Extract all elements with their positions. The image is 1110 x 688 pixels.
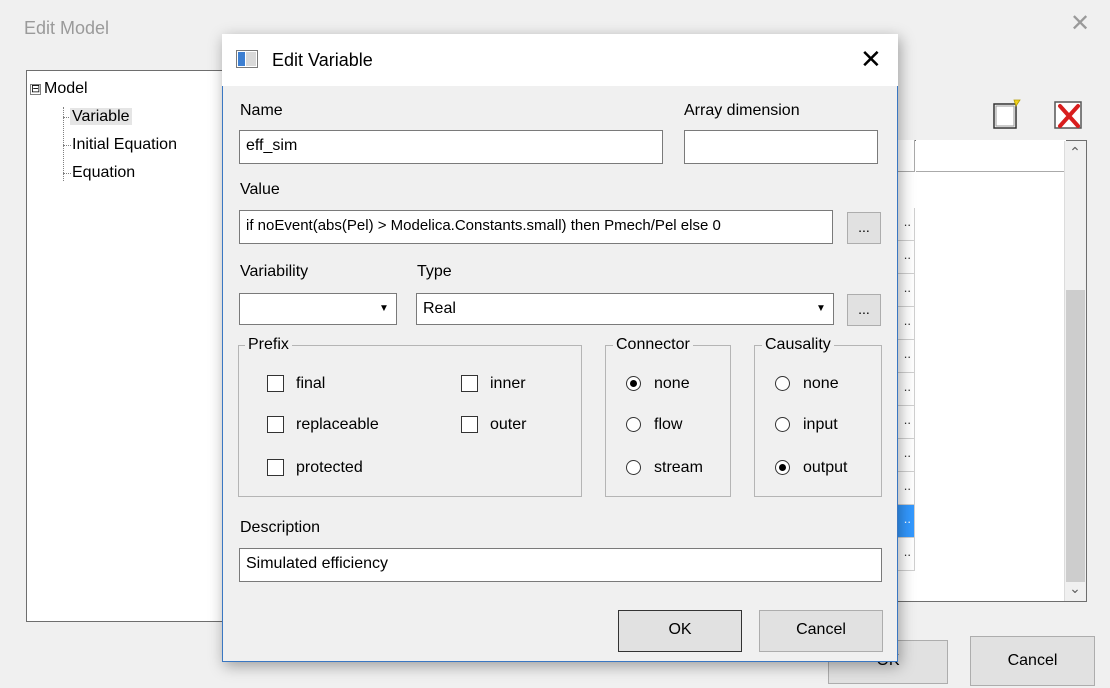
inner-checkbox[interactable] xyxy=(461,375,478,392)
name-label: Name xyxy=(240,102,283,119)
causality-output-radio[interactable] xyxy=(775,460,790,475)
dialog-title: Edit Variable xyxy=(272,50,373,70)
connector-group-title: Connector xyxy=(613,336,693,354)
ok-button[interactable]: OK xyxy=(618,610,742,652)
list-row-mark[interactable]: .. xyxy=(895,439,915,472)
replaceable-label: replaceable xyxy=(296,416,379,433)
variability-select[interactable]: ▼ xyxy=(239,293,397,325)
tree-item-equation[interactable]: Equation xyxy=(72,164,135,182)
list-row-mark[interactable]: .. xyxy=(895,340,915,373)
delete-x-icon[interactable] xyxy=(1052,98,1086,132)
variability-label: Variability xyxy=(240,263,309,280)
connector-stream-label: stream xyxy=(654,459,703,476)
outer-label: outer xyxy=(490,416,527,433)
list-row-mark[interactable]: .. xyxy=(895,472,915,505)
type-browse-button[interactable]: ... xyxy=(847,294,881,326)
connector-flow-radio[interactable] xyxy=(626,417,641,432)
list-row-mark[interactable]: .. xyxy=(895,208,915,241)
type-value: Real xyxy=(423,300,456,317)
list-row-mark[interactable]: .. xyxy=(895,307,915,340)
description-label: Description xyxy=(240,519,321,536)
cancel-button[interactable]: Cancel xyxy=(759,610,883,652)
connector-flow-label: flow xyxy=(654,416,683,433)
scroll-up-icon[interactable]: ⌃ xyxy=(1064,144,1086,166)
value-input[interactable]: if noEvent(abs(Pel) > Modelica.Constants… xyxy=(239,210,833,244)
list-row-mark-selected[interactable]: .. xyxy=(895,505,915,538)
value-browse-button[interactable]: ... xyxy=(847,212,881,244)
replaceable-checkbox[interactable] xyxy=(267,416,284,433)
edit-model-cancel-button[interactable]: Cancel xyxy=(970,636,1095,686)
type-select[interactable]: Real ▼ xyxy=(416,293,834,325)
connector-none-radio[interactable] xyxy=(626,376,641,391)
scroll-down-icon[interactable]: ⌄ xyxy=(1064,580,1086,602)
causality-none-radio[interactable] xyxy=(775,376,790,391)
list-header[interactable] xyxy=(916,140,1066,172)
list-row-mark[interactable]: .. xyxy=(895,538,915,571)
array-dimension-input[interactable] xyxy=(684,130,878,164)
causality-input-radio[interactable] xyxy=(775,417,790,432)
chevron-down-icon: ▼ xyxy=(379,303,389,314)
list-header-cell[interactable] xyxy=(895,140,915,172)
variable-list xyxy=(895,140,1087,602)
value-label: Value xyxy=(240,181,280,198)
final-checkbox[interactable] xyxy=(267,375,284,392)
prefix-group-title: Prefix xyxy=(245,336,292,354)
type-label: Type xyxy=(417,263,452,280)
outer-checkbox[interactable] xyxy=(461,416,478,433)
causality-output-label: output xyxy=(803,459,848,476)
inner-label: inner xyxy=(490,375,526,392)
causality-group-title: Causality xyxy=(762,336,834,354)
protected-label: protected xyxy=(296,459,363,476)
causality-input-label: input xyxy=(803,416,838,433)
new-item-icon[interactable] xyxy=(990,98,1022,130)
list-row-mark[interactable]: .. xyxy=(895,274,915,307)
tree-collapse-icon[interactable]: ⊟ xyxy=(30,84,41,95)
tree-item-variable[interactable]: Variable xyxy=(70,108,132,126)
connector-none-label: none xyxy=(654,375,690,392)
array-dimension-label: Array dimension xyxy=(684,102,800,119)
tree-item-model[interactable]: Model xyxy=(44,80,88,98)
edit-model-title: Edit Model xyxy=(24,18,110,38)
connector-stream-radio[interactable] xyxy=(626,460,641,475)
description-input[interactable]: Simulated efficiency xyxy=(239,548,882,582)
chevron-down-icon: ▼ xyxy=(816,303,826,314)
causality-none-label: none xyxy=(803,375,839,392)
final-label: final xyxy=(296,375,326,392)
list-row-mark[interactable]: .. xyxy=(895,406,915,439)
tree-item-initial-equation[interactable]: Initial Equation xyxy=(72,136,177,154)
name-input[interactable]: eff_sim xyxy=(239,130,663,164)
list-row-mark[interactable]: .. xyxy=(895,241,915,274)
protected-checkbox[interactable] xyxy=(267,459,284,476)
edit-model-close-icon[interactable]: ✕ xyxy=(1070,12,1090,36)
list-row-mark[interactable]: .. xyxy=(895,373,915,406)
tree-item-variable-label: Variable xyxy=(70,108,132,125)
scrollbar-thumb[interactable] xyxy=(1066,290,1085,582)
dialog-close-icon[interactable]: ✕ xyxy=(860,44,882,74)
window-app-icon xyxy=(236,50,258,68)
prefix-group xyxy=(238,345,582,497)
